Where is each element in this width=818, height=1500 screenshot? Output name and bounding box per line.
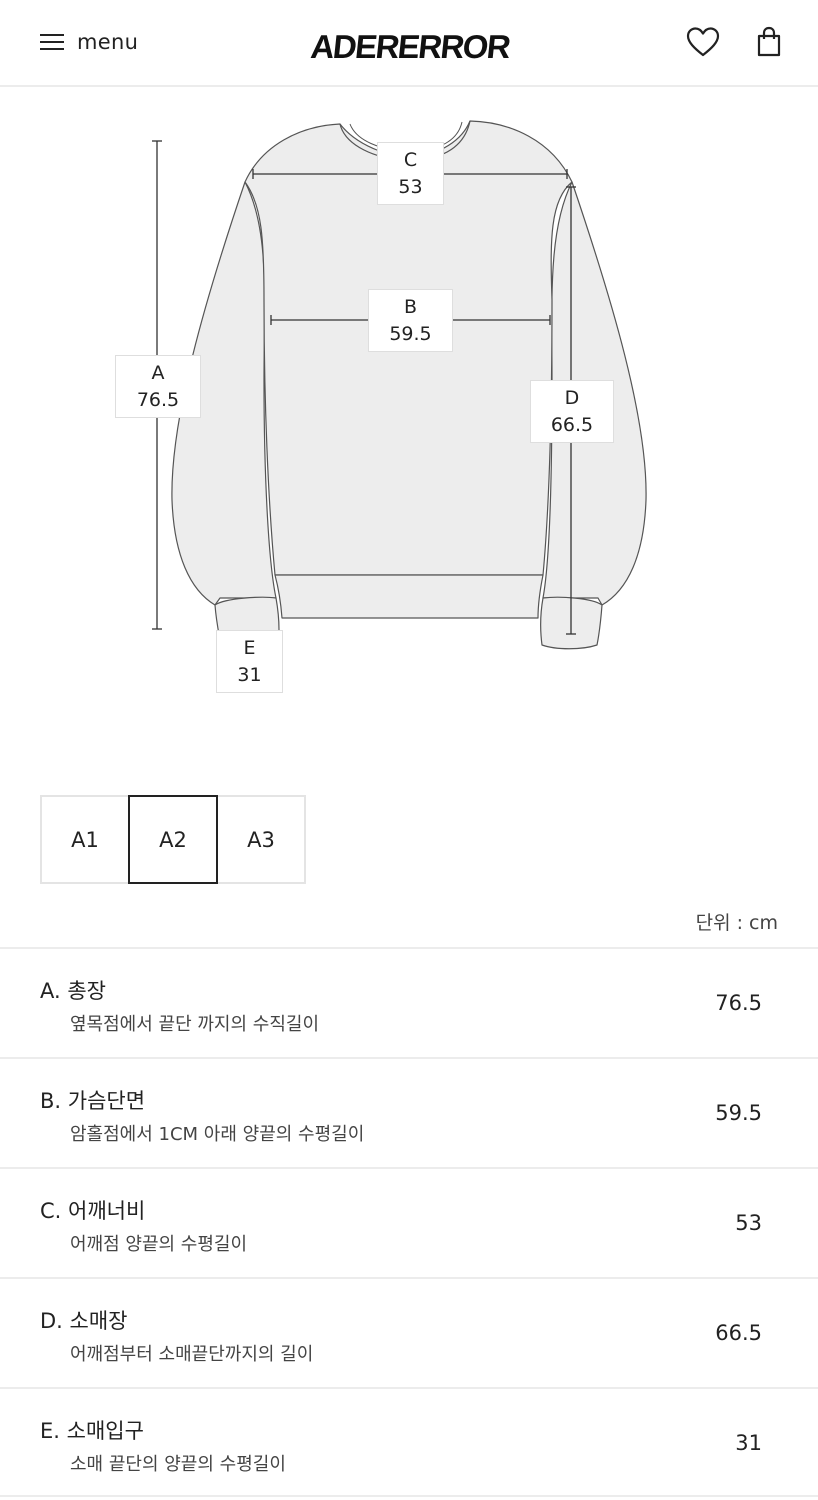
brand-logo[interactable]: ADERERROR — [298, 28, 522, 66]
measurement-value: 59.5 — [715, 1101, 762, 1125]
measurement-description: 암홀점에서 1CM 아래 양끝의 수평길이 — [70, 1124, 365, 1145]
size-tab-a2[interactable]: A2 — [128, 795, 218, 884]
dimension-letter: B — [403, 296, 418, 318]
dimension-letter: E — [243, 637, 256, 659]
measurement-title: E. 소매입구 — [40, 1419, 144, 1443]
measurement-description: 어깨점부터 소매끝단까지의 길이 — [70, 1344, 314, 1365]
measurement-title: D. 소매장 — [40, 1309, 128, 1333]
measurement-title: B. 가슴단면 — [40, 1089, 146, 1113]
measurement-value: 31 — [735, 1431, 762, 1455]
size-tab-a1[interactable]: A1 — [40, 795, 130, 884]
dimension-label-e: E 31 — [216, 630, 283, 693]
measurement-row: C. 어깨너비 어깨점 양끝의 수평길이 53 — [0, 1167, 818, 1277]
bag-icon[interactable] — [755, 26, 789, 58]
dimension-letter: C — [403, 149, 418, 171]
measurement-value: 66.5 — [715, 1321, 762, 1345]
dimension-value: 66.5 — [550, 414, 594, 436]
dimension-value: 53 — [398, 176, 423, 198]
dimension-letter: D — [564, 387, 580, 409]
measurement-value: 53 — [735, 1211, 762, 1235]
dimension-label-a: A 76.5 — [115, 355, 201, 418]
measurement-row: D. 소매장 어깨점부터 소매끝단까지의 길이 66.5 — [0, 1277, 818, 1387]
dimension-value: 31 — [237, 664, 262, 686]
measurement-title: A. 총장 — [40, 979, 106, 1003]
dimension-label-b: B 59.5 — [368, 289, 453, 352]
dimension-letter: A — [151, 362, 165, 384]
measurement-description: 옆목점에서 끝단 까지의 수직길이 — [70, 1014, 320, 1035]
dimension-label-d: D 66.5 — [530, 380, 614, 443]
hamburger-icon — [40, 33, 64, 51]
dimension-value: 59.5 — [389, 323, 432, 345]
unit-label: 단위 : cm — [695, 912, 778, 934]
menu-button[interactable]: menu — [40, 28, 138, 56]
measurement-row: B. 가슴단면 암홀점에서 1CM 아래 양끝의 수평길이 59.5 — [0, 1057, 818, 1167]
measurement-row: A. 총장 옆목점에서 끝단 까지의 수직길이 76.5 — [0, 947, 818, 1057]
measurement-row: E. 소매입구 소매 끝단의 양끝의 수평길이 31 — [0, 1387, 818, 1497]
menu-label: menu — [77, 30, 139, 54]
size-diagram: A 76.5 B 59.5 C 53 D 66.5 E 31 — [0, 88, 818, 708]
measurement-table: A. 총장 옆목점에서 끝단 까지의 수직길이 76.5 B. 가슴단면 암홀점… — [0, 947, 818, 1497]
top-nav-bar: menu ADERERROR — [0, 0, 818, 87]
measurement-description: 어깨점 양끝의 수평길이 — [70, 1234, 248, 1255]
measurement-value: 76.5 — [715, 991, 762, 1015]
dimension-value: 76.5 — [136, 389, 180, 411]
heart-icon[interactable] — [686, 26, 720, 58]
measurement-title: C. 어깨너비 — [40, 1199, 146, 1223]
size-selector: A1 A2 A3 — [40, 795, 306, 884]
size-tab-a3[interactable]: A3 — [216, 795, 306, 884]
measurement-description: 소매 끝단의 양끝의 수평길이 — [70, 1454, 286, 1475]
dimension-label-c: C 53 — [377, 142, 444, 205]
